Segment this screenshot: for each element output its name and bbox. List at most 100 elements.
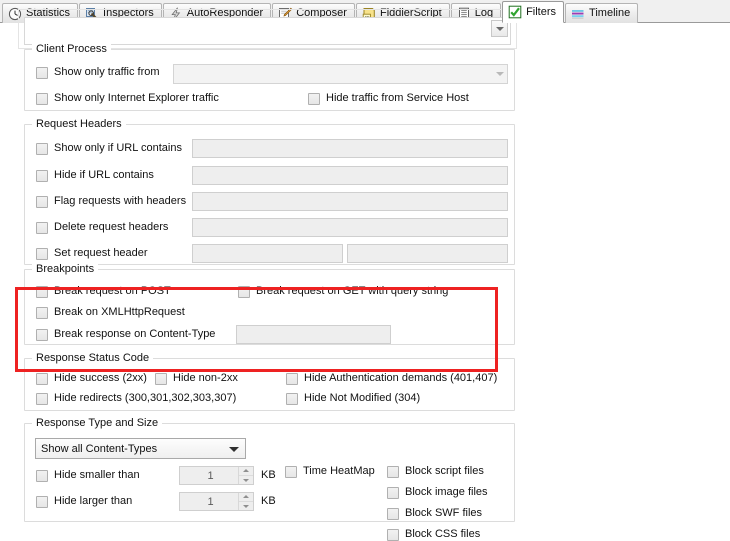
checkbox-label: Time HeatMap: [303, 465, 375, 478]
filters-panel: Client Process Show only traffic from Sh…: [0, 23, 730, 523]
checkbox-label: Break on XMLHttpRequest: [54, 306, 185, 319]
block-swf-files-checkbox[interactable]: Block SWF files: [387, 507, 482, 520]
stepper-up-icon[interactable]: [239, 493, 253, 501]
checkbox-box[interactable]: [36, 93, 48, 105]
checkbox-box[interactable]: [36, 286, 48, 298]
stepper-buttons[interactable]: [238, 493, 253, 510]
checkbox-label: Hide traffic from Service Host: [326, 92, 469, 105]
request-headers-group: Request Headers Show only if URL contain…: [24, 124, 515, 265]
checkbox-label: Hide non-2xx: [173, 372, 238, 385]
checkbox-box[interactable]: [36, 170, 48, 182]
hide-non2xx-checkbox[interactable]: Hide non-2xx: [155, 372, 238, 385]
break-response-on-content-type-checkbox[interactable]: Break response on Content-Type: [36, 328, 215, 341]
checkbox-box[interactable]: [36, 496, 48, 508]
stepper-down-icon[interactable]: [239, 475, 253, 484]
checkbox-label: Flag requests with headers: [54, 195, 186, 208]
hide-smaller-than-stepper[interactable]: 1: [179, 466, 254, 485]
break-on-xmlhttprequest-checkbox[interactable]: Break on XMLHttpRequest: [36, 306, 185, 319]
content-type-filter-value: Show all Content-Types: [41, 443, 157, 455]
hide-larger-than-stepper[interactable]: 1: [179, 492, 254, 511]
checkbox-box[interactable]: [387, 529, 399, 541]
response-status-code-legend: Response Status Code: [32, 352, 153, 364]
set-request-header-checkbox[interactable]: Set request header: [36, 247, 148, 260]
block-script-files-checkbox[interactable]: Block script files: [387, 465, 484, 478]
hide-not-modified-checkbox[interactable]: Hide Not Modified (304): [286, 392, 420, 405]
checkbox-box[interactable]: [155, 373, 167, 385]
stepper-down-icon[interactable]: [239, 501, 253, 510]
checkbox-box[interactable]: [286, 393, 298, 405]
checkbox-box[interactable]: [36, 143, 48, 155]
tab-timeline[interactable]: Timeline: [565, 3, 638, 23]
stepper-buttons[interactable]: [238, 467, 253, 484]
checkbox-label: Hide if URL contains: [54, 169, 154, 182]
hide-smaller-than-unit: KB: [261, 469, 276, 481]
set-request-header-value-input[interactable]: [347, 244, 508, 263]
hide-authentication-demands-checkbox[interactable]: Hide Authentication demands (401,407): [286, 372, 497, 385]
checkbox-box[interactable]: [36, 470, 48, 482]
checkbox-box[interactable]: [36, 222, 48, 234]
checkbox-label: Show only if URL contains: [54, 142, 182, 155]
hide-if-url-contains-checkbox[interactable]: Hide if URL contains: [36, 169, 154, 182]
checkbox-box[interactable]: [36, 373, 48, 385]
block-image-files-checkbox[interactable]: Block image files: [387, 486, 488, 499]
break-response-content-type-input[interactable]: [236, 325, 391, 344]
checkbox-label: Hide Authentication demands (401,407): [304, 372, 497, 385]
checkbox-label: Hide redirects (300,301,302,303,307): [54, 392, 236, 405]
break-request-on-post-checkbox[interactable]: Break request on POST: [36, 285, 171, 298]
delete-request-headers-input[interactable]: [192, 218, 508, 237]
set-request-header-name-input[interactable]: [192, 244, 343, 263]
flag-requests-with-headers-input[interactable]: [192, 192, 508, 211]
request-headers-legend: Request Headers: [32, 118, 126, 130]
checkbox-box[interactable]: [285, 466, 297, 478]
content-type-filter-combo[interactable]: Show all Content-Types: [35, 438, 246, 459]
checkbox-label: Block image files: [405, 486, 488, 499]
checkbox-label: Show only Internet Explorer traffic: [54, 92, 219, 105]
tab-label: Filters: [526, 7, 556, 18]
checkbox-box[interactable]: [387, 508, 399, 520]
checkbox-box[interactable]: [387, 466, 399, 478]
hide-redirects-checkbox[interactable]: Hide redirects (300,301,302,303,307): [36, 392, 236, 405]
stepper-up-icon[interactable]: [239, 467, 253, 475]
checkbox-box[interactable]: [36, 196, 48, 208]
show-only-ie-traffic-checkbox[interactable]: Show only Internet Explorer traffic: [36, 92, 219, 105]
break-request-on-get-query-checkbox[interactable]: Break request on GET with query string: [238, 285, 448, 298]
checkbox-box[interactable]: [36, 67, 48, 79]
show-only-url-contains-input[interactable]: [192, 139, 508, 158]
checkbox-label: Hide larger than: [54, 495, 132, 508]
block-css-files-checkbox[interactable]: Block CSS files: [387, 528, 480, 541]
hide-service-host-checkbox[interactable]: Hide traffic from Service Host: [308, 92, 469, 105]
process-select-combo[interactable]: [173, 64, 508, 84]
hide-larger-than-checkbox[interactable]: Hide larger than: [36, 495, 132, 508]
checkbox-box[interactable]: [36, 393, 48, 405]
time-heatmap-checkbox[interactable]: Time HeatMap: [285, 465, 375, 478]
client-process-group: Client Process Show only traffic from Sh…: [24, 49, 515, 111]
response-status-code-group: Response Status Code Hide success (2xx) …: [24, 358, 515, 411]
chevron-down-icon: [229, 447, 239, 452]
flag-requests-with-headers-checkbox[interactable]: Flag requests with headers: [36, 195, 186, 208]
checkbox-label: Set request header: [54, 247, 148, 260]
checkbox-box[interactable]: [36, 329, 48, 341]
checkbox-label: Hide smaller than: [54, 469, 140, 482]
hide-success-checkbox[interactable]: Hide success (2xx): [36, 372, 147, 385]
checkbox-box[interactable]: [308, 93, 320, 105]
response-type-size-group: Response Type and Size Show all Content-…: [24, 423, 515, 522]
hide-smaller-than-checkbox[interactable]: Hide smaller than: [36, 469, 140, 482]
checkbox-label: Delete request headers: [54, 221, 168, 234]
hide-if-url-contains-input[interactable]: [192, 166, 508, 185]
top-clipped-combo[interactable]: [24, 17, 511, 45]
checkbox-label: Break response on Content-Type: [54, 328, 215, 341]
checkbox-label: Show only traffic from: [54, 66, 160, 79]
checkbox-box[interactable]: [238, 286, 250, 298]
show-only-traffic-from-checkbox[interactable]: Show only traffic from: [36, 66, 160, 79]
show-only-url-contains-checkbox[interactable]: Show only if URL contains: [36, 142, 182, 155]
client-process-legend: Client Process: [32, 43, 111, 55]
tab-filters[interactable]: Filters: [502, 1, 564, 23]
checkbox-box[interactable]: [286, 373, 298, 385]
breakpoints-group: Breakpoints Break request on POST Break …: [24, 269, 515, 345]
checkbox-box[interactable]: [387, 487, 399, 499]
checkbox-box[interactable]: [36, 248, 48, 260]
checkbox-label: Hide success (2xx): [54, 372, 147, 385]
delete-request-headers-checkbox[interactable]: Delete request headers: [36, 221, 168, 234]
checkbox-label: Hide Not Modified (304): [304, 392, 420, 405]
checkbox-box[interactable]: [36, 307, 48, 319]
